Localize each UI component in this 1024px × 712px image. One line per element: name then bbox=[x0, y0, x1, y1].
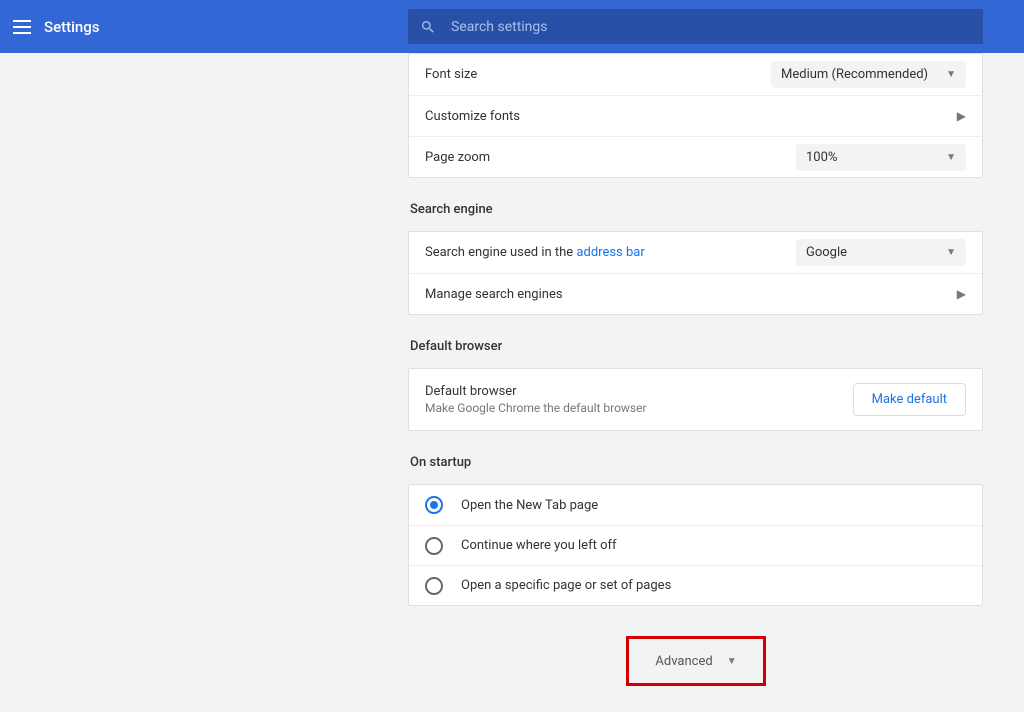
startup-option-label: Continue where you left off bbox=[461, 538, 617, 553]
search-icon bbox=[420, 18, 437, 36]
default-browser-sub: Make Google Chrome the default browser bbox=[425, 401, 647, 415]
search-engine-section-title: Search engine bbox=[410, 202, 983, 217]
address-bar-link[interactable]: address bar bbox=[576, 245, 644, 260]
chevron-down-icon: ▼ bbox=[727, 656, 737, 667]
page-zoom-label: Page zoom bbox=[425, 150, 490, 165]
font-size-dropdown[interactable]: Medium (Recommended) ▼ bbox=[771, 61, 966, 88]
startup-option-specific[interactable]: Open a specific page or set of pages bbox=[409, 565, 982, 605]
page-zoom-value: 100% bbox=[806, 150, 837, 165]
chevron-right-icon: ▶ bbox=[957, 287, 966, 301]
page-title: Settings bbox=[44, 18, 100, 36]
customize-fonts-label: Customize fonts bbox=[425, 109, 520, 124]
startup-card: Open the New Tab page Continue where you… bbox=[408, 484, 983, 606]
page-zoom-row: Page zoom 100% ▼ bbox=[409, 136, 982, 177]
manage-search-engines-label: Manage search engines bbox=[425, 287, 563, 302]
search-engine-used-row: Search engine used in the address bar Go… bbox=[409, 232, 982, 273]
font-size-label: Font size bbox=[425, 67, 477, 82]
page-zoom-dropdown[interactable]: 100% ▼ bbox=[796, 144, 966, 171]
radio-icon bbox=[425, 537, 443, 555]
search-engine-used-prefix: Search engine used in the bbox=[425, 245, 576, 260]
search-engine-used-label: Search engine used in the address bar bbox=[425, 245, 645, 260]
chevron-right-icon: ▶ bbox=[957, 109, 966, 123]
search-input[interactable] bbox=[451, 19, 971, 35]
startup-option-label: Open a specific page or set of pages bbox=[461, 578, 671, 593]
font-size-value: Medium (Recommended) bbox=[781, 67, 928, 82]
search-engine-card: Search engine used in the address bar Go… bbox=[408, 231, 983, 315]
startup-option-label: Open the New Tab page bbox=[461, 498, 598, 513]
startup-option-continue[interactable]: Continue where you left off bbox=[409, 525, 982, 565]
search-bar[interactable] bbox=[408, 9, 983, 44]
radio-icon bbox=[425, 496, 443, 514]
chevron-down-icon: ▼ bbox=[946, 152, 956, 163]
default-browser-row: Default browser Make Google Chrome the d… bbox=[409, 369, 982, 430]
manage-search-engines-row[interactable]: Manage search engines ▶ bbox=[409, 273, 982, 314]
startup-option-new-tab[interactable]: Open the New Tab page bbox=[409, 485, 982, 525]
default-browser-heading: Default browser bbox=[425, 384, 647, 399]
header-bar: Settings bbox=[0, 0, 1024, 53]
radio-icon bbox=[425, 577, 443, 595]
search-engine-value: Google bbox=[806, 245, 847, 260]
advanced-toggle[interactable]: Advanced ▼ bbox=[626, 636, 766, 686]
font-size-row: Font size Medium (Recommended) ▼ bbox=[409, 54, 982, 95]
search-engine-dropdown[interactable]: Google ▼ bbox=[796, 239, 966, 266]
chevron-down-icon: ▼ bbox=[946, 247, 956, 258]
advanced-label: Advanced bbox=[655, 654, 712, 669]
startup-section-title: On startup bbox=[410, 455, 983, 470]
chevron-down-icon: ▼ bbox=[946, 69, 956, 80]
hamburger-menu-icon[interactable] bbox=[10, 15, 34, 39]
appearance-card: Font size Medium (Recommended) ▼ Customi… bbox=[408, 53, 983, 178]
default-browser-section-title: Default browser bbox=[410, 339, 983, 354]
default-browser-card: Default browser Make Google Chrome the d… bbox=[408, 368, 983, 431]
make-default-button[interactable]: Make default bbox=[853, 383, 966, 416]
customize-fonts-row[interactable]: Customize fonts ▶ bbox=[409, 95, 982, 136]
settings-content: Font size Medium (Recommended) ▼ Customi… bbox=[408, 53, 983, 626]
